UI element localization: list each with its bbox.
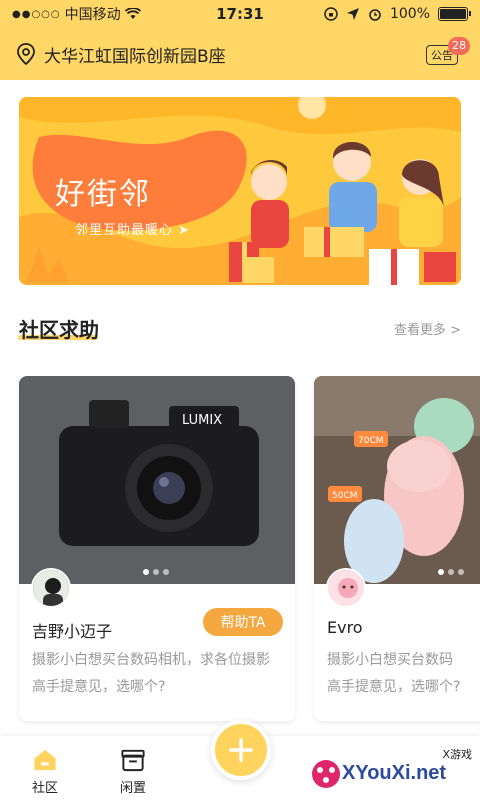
carrier-label: 中国移动 [64,7,121,23]
size-tag: 50CM [332,491,358,501]
banner-title: 好街邻 [55,177,151,212]
battery-fill [440,9,466,19]
carousel-dot [143,569,149,575]
size-tag: 70CM [358,436,384,446]
status-time: 17:31 [216,5,264,23]
watermark: X游戏 XYouXi.net [306,740,480,800]
box-icon [121,749,145,772]
header: 大华江虹国际创新园B座 公告 28 [0,28,480,80]
avatar[interactable] [326,568,366,608]
avatar[interactable] [31,568,71,608]
help-card[interactable]: 70CM 50CM Evro 摄影小白想买台数码 高手提意见，选哪个? [314,376,480,721]
card-user-name: 吉野小迈子 [32,622,113,641]
watermark-brand: XYouXi.net [342,762,447,784]
view-more-link[interactable]: 查看更多 > [394,319,461,338]
notice-button[interactable]: 公告 28 [424,37,470,69]
banner[interactable]: 好街邻 邻里互助最暖心 ➤ [19,97,461,285]
plus-icon [229,738,253,762]
carousel-dot [153,569,159,575]
home-icon [34,749,56,771]
status-bar: ●●○○○ 中国移动 17:31 100% [0,0,480,28]
carousel-dot [163,569,169,575]
notice-count-badge: 28 [448,37,470,55]
signal-icon: ●●○○○ [12,8,61,20]
watermark-small-text: X游戏 [442,748,472,761]
status-right: 100% [288,6,471,22]
card-desc-line: 高手提意见，选哪个? [327,679,461,695]
plush-toys-image: 70CM 50CM [314,376,480,584]
location-arrow-icon [346,8,359,20]
carousel-dot [438,569,444,575]
carousel-dots [143,569,169,575]
location-pin-icon [17,43,35,65]
battery-icon [438,7,471,21]
address-label[interactable]: 大华江虹国际创新园B座 [44,42,424,67]
tab-label: 社区 [31,781,58,796]
carousel-dot [458,569,464,575]
carousel-dots [438,569,464,575]
carousel-dot [448,569,454,575]
wifi-icon [124,8,141,19]
status-left: ●●○○○ 中国移动 [12,4,192,24]
card-desc-line: 高手提意见，选哪个? [32,679,166,695]
battery-label: 100% [389,6,430,22]
card-desc-line: 摄影小白想买台数码 [327,652,453,668]
camera-image: LUMIX [19,376,295,584]
banner-subtitle: 邻里互助最暖心 ➤ [75,223,191,238]
tab-label: 闲置 [119,781,146,796]
help-ta-button[interactable]: 帮助TA [203,608,283,636]
add-post-button[interactable] [211,720,271,780]
card-desc-line: 摄影小白想买台数码相机，求各位摄影 [32,652,270,668]
card-description: 摄影小白想买台数码相机，求各位摄影 高手提意见，选哪个? [32,647,292,701]
tab-idle[interactable]: 闲置 [103,740,163,796]
help-card[interactable]: LUMIX 吉野小迈子 摄影小白想买台数码相机，求各位摄影 高手提意见，选哪个? [19,376,295,721]
section-title: 社区求助 [19,318,99,342]
card-user-name: Evro [327,618,363,637]
camera-brand-text: LUMIX [182,413,222,428]
card-description: 摄影小白想买台数码 高手提意见，选哪个? [327,647,480,701]
tab-community[interactable]: 社区 [15,740,75,796]
alarm-icon [369,9,381,21]
rotation-lock-icon [324,7,338,21]
